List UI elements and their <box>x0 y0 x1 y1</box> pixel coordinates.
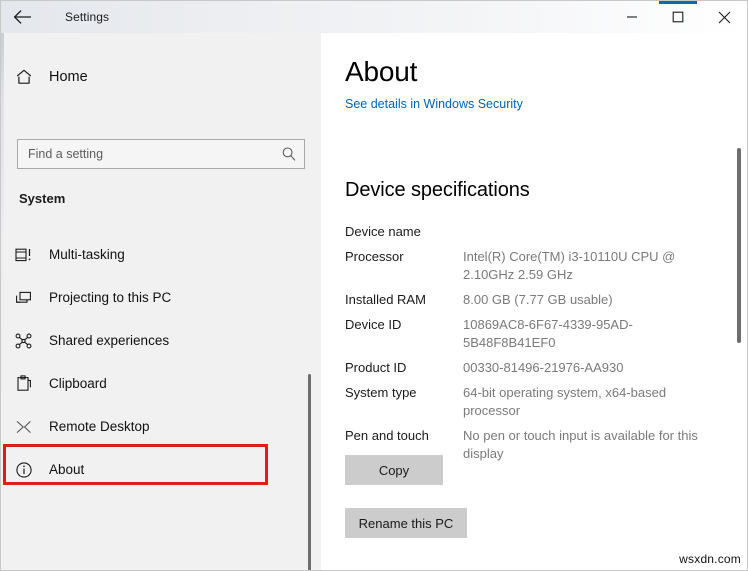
sidebar-item-projecting-to-this-pc[interactable]: Projecting to this PC <box>1 276 321 319</box>
sidebar-item-label: Multi-tasking <box>49 247 125 262</box>
clipboard-icon <box>15 375 41 392</box>
spec-label: Installed RAM <box>345 291 463 309</box>
sidebar-nav: Multi-tasking Projecting to this PC <box>1 233 321 491</box>
sidebar-item-label: Clipboard <box>49 376 107 391</box>
spec-value: No pen or touch input is available for t… <box>463 427 725 463</box>
title-bar-left: Settings <box>1 1 109 33</box>
sidebar-item-label: Remote Desktop <box>49 419 150 434</box>
search-icon[interactable] <box>274 146 304 162</box>
title-bar: Settings <box>1 1 747 33</box>
spec-label: Device ID <box>345 316 463 334</box>
watermark: wsxdn.com <box>679 552 741 566</box>
spec-row: Installed RAM 8.00 GB (7.77 GB usable) <box>345 291 735 309</box>
spec-row: System type 64-bit operating system, x64… <box>345 384 735 420</box>
sidebar-item-remote-desktop[interactable]: Remote Desktop <box>1 405 321 448</box>
rename-this-pc-button[interactable]: Rename this PC <box>345 508 467 538</box>
spec-label: Pen and touch <box>345 427 463 445</box>
home-label: Home <box>49 69 88 85</box>
shared-experiences-icon <box>15 333 41 349</box>
window-title: Settings <box>65 10 109 24</box>
maximize-button[interactable] <box>655 1 701 33</box>
spec-value: Intel(R) Core(TM) i3-10110U CPU @ 2.10GH… <box>463 248 725 284</box>
windows-security-link[interactable]: See details in Windows Security <box>345 97 523 111</box>
home-icon <box>15 68 41 86</box>
settings-window: Settings <box>0 0 748 571</box>
content-scrollbar-thumb[interactable] <box>737 148 741 343</box>
spec-label: System type <box>345 384 463 402</box>
sidebar-item-label: Shared experiences <box>49 333 169 348</box>
sidebar-item-label: About <box>49 462 84 477</box>
spec-label: Device name <box>345 223 463 241</box>
spec-value: 8.00 GB (7.77 GB usable) <box>463 291 725 309</box>
sidebar-item-about[interactable]: About <box>1 448 321 491</box>
minimize-icon <box>626 11 638 23</box>
search-input[interactable] <box>18 141 274 167</box>
maximize-icon <box>672 11 684 23</box>
multitasking-icon <box>15 247 41 263</box>
info-circle-icon <box>15 461 41 479</box>
close-button[interactable] <box>701 1 747 33</box>
device-specifications-heading: Device specifications <box>345 179 530 202</box>
sidebar-item-label: Projecting to this PC <box>49 290 171 305</box>
page-title: About <box>345 56 417 88</box>
sidebar-item-home[interactable]: Home <box>1 59 321 95</box>
spec-label: Processor <box>345 248 463 266</box>
back-button[interactable] <box>1 1 45 33</box>
spec-label: Product ID <box>345 359 463 377</box>
copy-button[interactable]: Copy <box>345 455 443 485</box>
spec-row: Device ID 10869AC8-6F67-4339-95AD-5B48F8… <box>345 316 735 352</box>
spec-value: 10869AC8-6F67-4339-95AD-5B48F8B41EF0 <box>463 316 725 352</box>
sidebar-scrollbar-thumb[interactable] <box>308 374 311 570</box>
spec-row: Device name <box>345 223 735 241</box>
main-content: About See details in Windows Security De… <box>321 33 747 570</box>
sidebar-group-title: System <box>19 191 65 206</box>
spec-row: Product ID 00330-81496-21976-AA930 <box>345 359 735 377</box>
close-icon <box>718 11 731 24</box>
search-box[interactable] <box>17 139 305 169</box>
spec-value: 00330-81496-21976-AA930 <box>463 359 725 377</box>
spec-row: Processor Intel(R) Core(TM) i3-10110U CP… <box>345 248 735 284</box>
window-controls <box>609 1 747 33</box>
sidebar: Home System <box>1 33 321 570</box>
minimize-button[interactable] <box>609 1 655 33</box>
projecting-icon <box>15 290 41 306</box>
spec-value: 64-bit operating system, x64-based proce… <box>463 384 725 420</box>
sidebar-item-multi-tasking[interactable]: Multi-tasking <box>1 233 321 276</box>
device-specifications-table: Device name Processor Intel(R) Core(TM) … <box>345 223 735 470</box>
back-arrow-icon <box>13 10 33 24</box>
sidebar-item-clipboard[interactable]: Clipboard <box>1 362 321 405</box>
sidebar-item-shared-experiences[interactable]: Shared experiences <box>1 319 321 362</box>
remote-desktop-icon <box>15 419 41 435</box>
